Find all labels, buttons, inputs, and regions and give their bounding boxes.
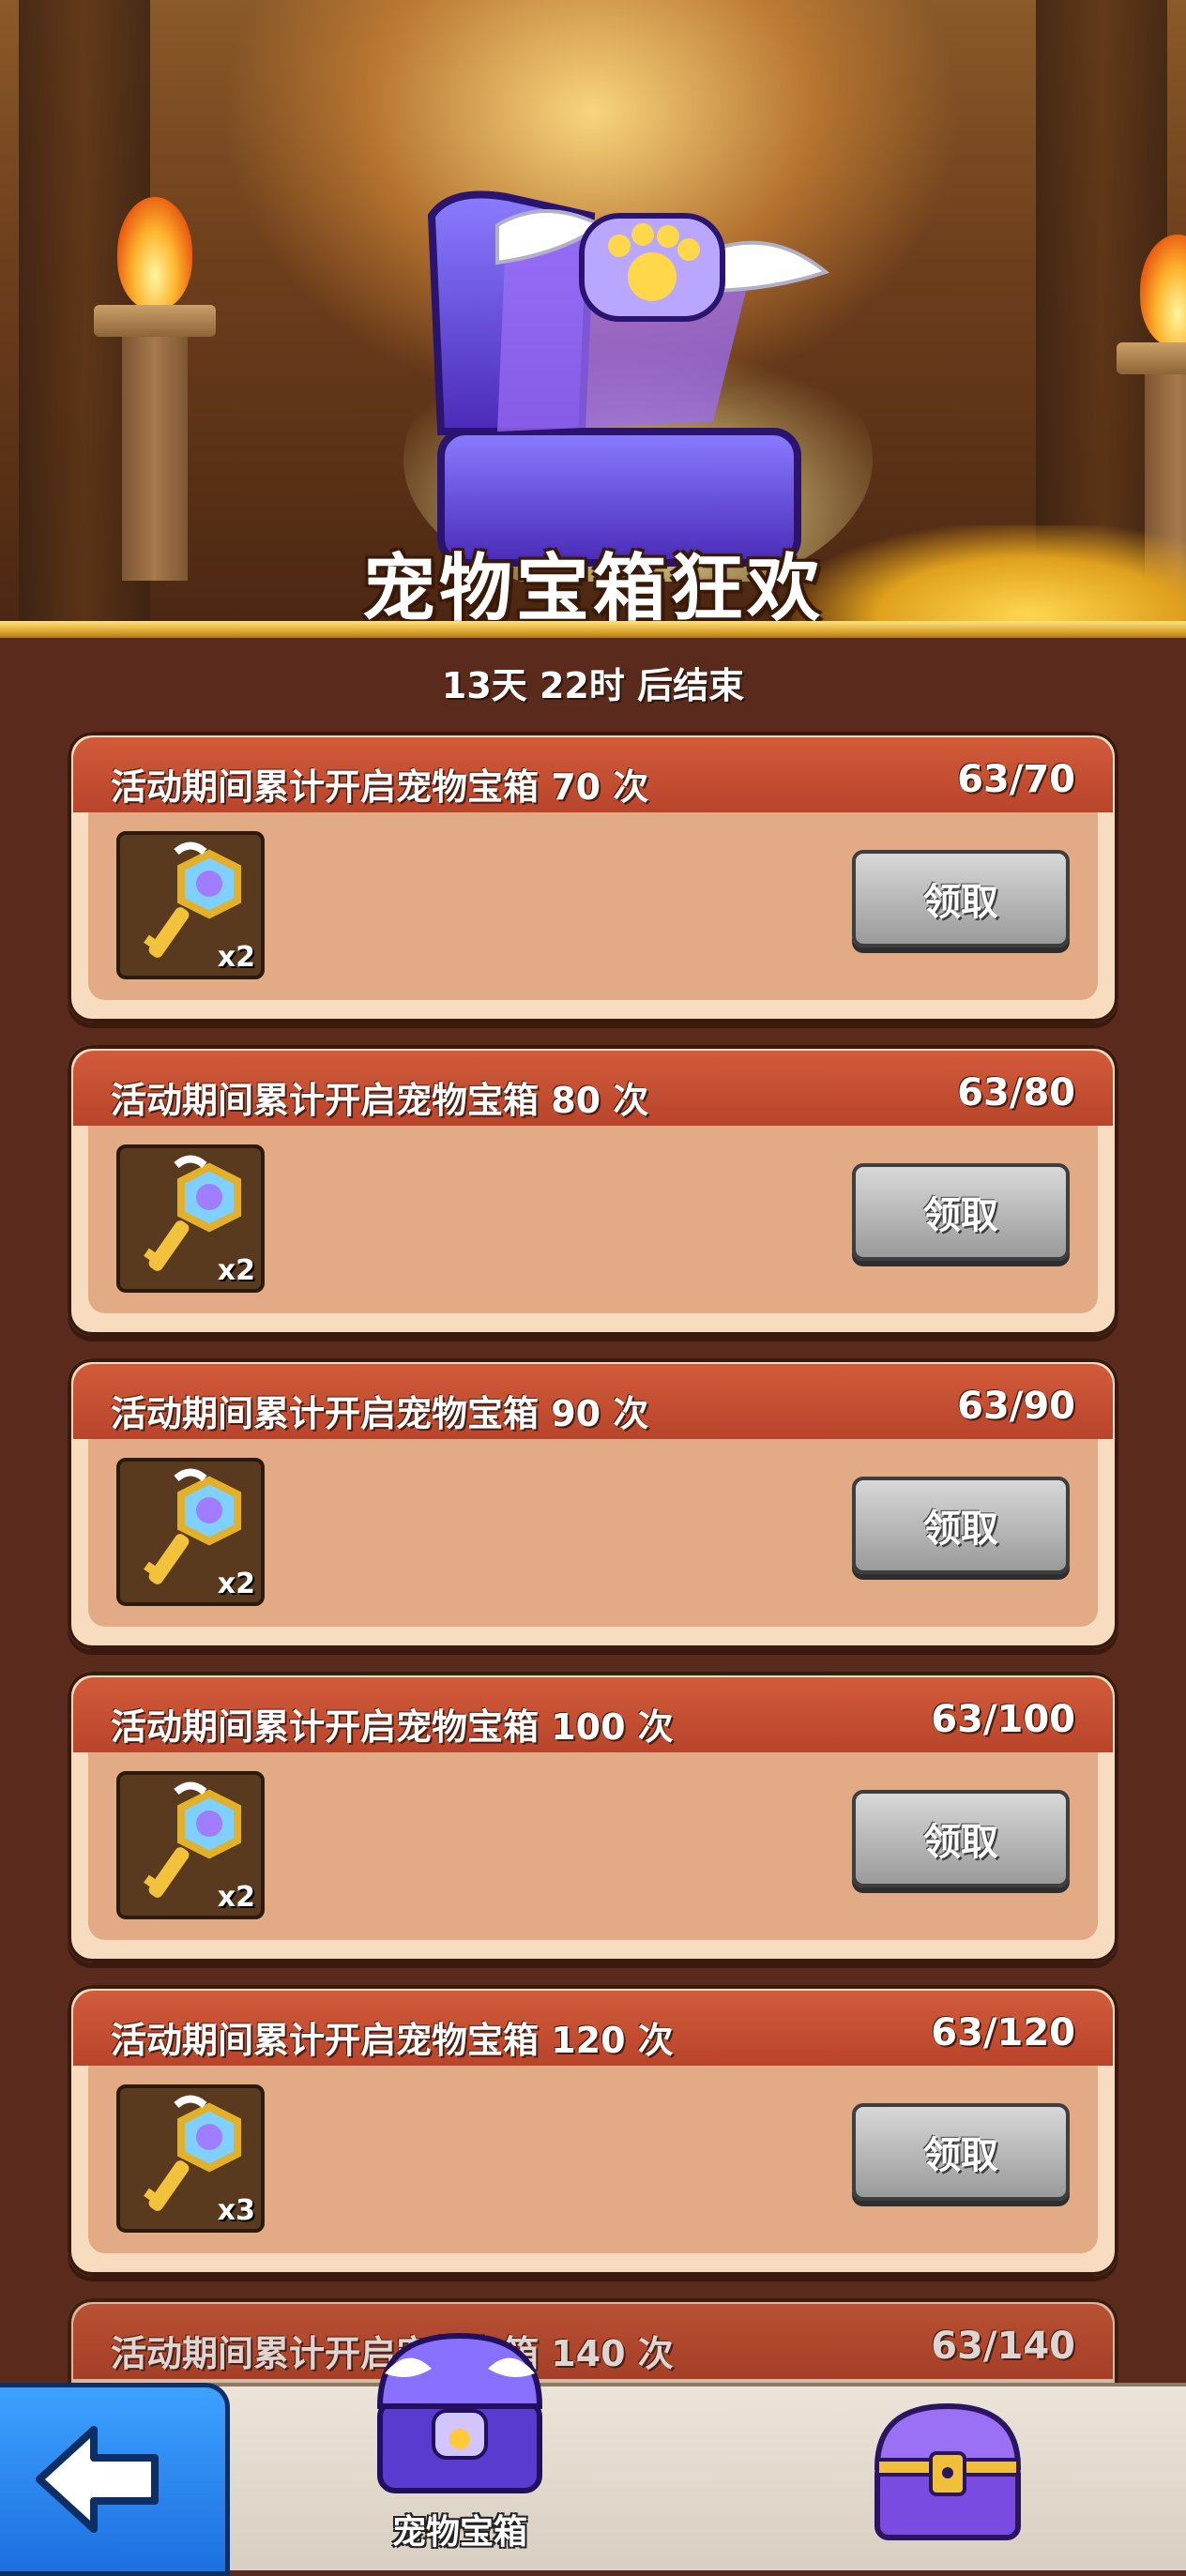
reward-progress: 63/100 xyxy=(931,1698,1075,1741)
reward-requirement: 活动期间累计开启宠物宝箱 100 次 xyxy=(111,1706,674,1748)
reward-card-header: 活动期间累计开启宠物宝箱 140 次 63/140 xyxy=(73,2304,1113,2379)
pet-chest-icon xyxy=(376,2332,543,2493)
banner-divider xyxy=(0,621,1186,638)
reward-card-header: 活动期间累计开启宠物宝箱 70 次 63/70 xyxy=(73,737,1113,812)
torch-left-icon xyxy=(94,197,216,581)
torch-right-icon xyxy=(1117,235,1186,618)
claim-button[interactable]: 领取 xyxy=(852,2103,1070,2201)
pet-chest-banner-icon xyxy=(403,190,873,582)
reward-card-body: x2 领取 xyxy=(88,812,1098,1000)
reward-card-header: 活动期间累计开启宠物宝箱 120 次 63/120 xyxy=(73,1991,1113,2066)
reward-progress: 63/70 xyxy=(957,758,1075,801)
reward-progress: 63/140 xyxy=(931,2325,1075,2368)
reward-card-header: 活动期间累计开启宠物宝箱 90 次 63/90 xyxy=(73,1364,1113,1439)
reward-card: 活动期间累计开启宠物宝箱 80 次 63/80 x2 领取 xyxy=(68,1045,1118,1336)
reward-quantity: x3 xyxy=(217,2194,255,2227)
arrow-left-icon xyxy=(36,2426,159,2533)
reward-card: 活动期间累计开启宠物宝箱 90 次 63/90 x2 领取 xyxy=(68,1358,1118,1649)
tab-pet-chest-label: 宠物宝箱 xyxy=(391,2513,527,2552)
reward-card: 活动期间累计开启宠物宝箱 100 次 63/100 x2 领取 xyxy=(68,1672,1118,1962)
reward-item[interactable]: x2 xyxy=(116,1144,265,1293)
reward-card-header: 活动期间累计开启宠物宝箱 100 次 63/100 xyxy=(73,1677,1113,1752)
claim-button[interactable]: 领取 xyxy=(852,850,1070,947)
tab-treasure-chest[interactable] xyxy=(863,2392,1032,2552)
reward-requirement: 活动期间累计开启宠物宝箱 120 次 xyxy=(111,2020,674,2061)
back-button[interactable] xyxy=(0,2383,230,2576)
reward-requirement: 活动期间累计开启宠物宝箱 90 次 xyxy=(111,1393,649,1434)
event-banner: 宠物宝箱狂欢 xyxy=(0,0,1186,638)
reward-progress: 63/120 xyxy=(931,2011,1075,2054)
reward-list[interactable]: 活动期间累计开启宠物宝箱 70 次 63/70 x2 领取 活动期间累计开启宠物… xyxy=(68,732,1118,2383)
event-title: 宠物宝箱狂欢 xyxy=(361,547,824,631)
reward-quantity: x2 xyxy=(217,1568,255,1600)
reward-card-header: 活动期间累计开启宠物宝箱 80 次 63/80 xyxy=(73,1051,1113,1126)
reward-card-body: x2 领取 xyxy=(88,1752,1098,1940)
reward-quantity: x2 xyxy=(217,941,255,974)
reward-progress: 63/90 xyxy=(957,1385,1075,1428)
reward-card: 活动期间累计开启宠物宝箱 70 次 63/70 x2 领取 xyxy=(68,732,1118,1023)
claim-button[interactable]: 领取 xyxy=(852,1163,1070,1261)
claim-button[interactable]: 领取 xyxy=(852,1477,1070,1574)
reward-progress: 63/80 xyxy=(957,1071,1075,1114)
reward-item[interactable]: x2 xyxy=(116,1458,265,1606)
reward-card-body: x2 领取 xyxy=(88,1439,1098,1627)
reward-requirement: 活动期间累计开启宠物宝箱 80 次 xyxy=(111,1080,649,1121)
reward-card: 活动期间累计开启宠物宝箱 120 次 63/120 x3 领取 xyxy=(68,1985,1118,2276)
reward-item[interactable]: x3 xyxy=(116,2084,265,2233)
reward-item[interactable]: x2 xyxy=(116,1771,265,1919)
reward-quantity: x2 xyxy=(217,1254,255,1287)
reward-card-body: x3 领取 xyxy=(88,2066,1098,2253)
reward-card: 活动期间累计开启宠物宝箱 140 次 63/140 xyxy=(68,2298,1118,2383)
reward-item[interactable]: x2 xyxy=(116,831,265,979)
reward-card-body: x2 领取 xyxy=(88,1126,1098,1313)
tab-pet-chest[interactable]: 宠物宝箱 xyxy=(357,2317,563,2561)
event-countdown: 13天 22时 后结束 xyxy=(441,665,745,706)
treasure-chest-icon xyxy=(874,2402,1022,2540)
reward-quantity: x2 xyxy=(217,1881,255,1914)
claim-button[interactable]: 领取 xyxy=(852,1790,1070,1887)
reward-requirement: 活动期间累计开启宠物宝箱 70 次 xyxy=(111,766,649,808)
